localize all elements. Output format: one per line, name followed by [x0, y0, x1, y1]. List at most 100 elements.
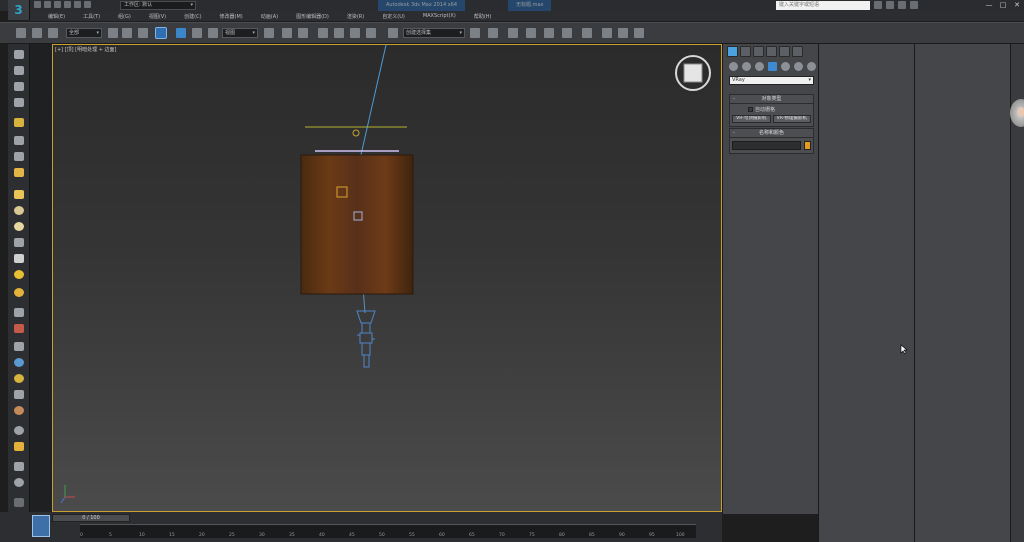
help-icon[interactable]	[910, 1, 918, 9]
time-slider[interactable]: 0 / 100	[52, 514, 130, 522]
light-tool-icon[interactable]	[14, 118, 24, 127]
name-color-title[interactable]: 名称和颜色	[730, 129, 813, 138]
pivot-icon[interactable]	[264, 28, 274, 38]
menu-modifiers[interactable]: 修改器(M)	[220, 13, 243, 20]
app-logo-icon[interactable]: 3	[8, 0, 30, 20]
spacewarp-tool-icon[interactable]	[14, 152, 24, 161]
material-editor-icon[interactable]	[582, 28, 592, 38]
select-by-name-icon[interactable]	[122, 28, 132, 38]
project-folder-icon[interactable]	[84, 1, 91, 8]
sun-tool-icon[interactable]	[14, 270, 24, 279]
menu-help[interactable]: 帮助(H)	[474, 13, 492, 20]
keyboard-shortcut-icon[interactable]	[298, 28, 308, 38]
material-sphere-icon[interactable]	[14, 288, 24, 297]
open-file-icon[interactable]	[44, 1, 51, 8]
cone-tool-icon[interactable]	[14, 254, 24, 263]
undo-tool-icon[interactable]	[16, 28, 26, 38]
globe-tool-icon[interactable]	[14, 358, 24, 367]
display-tab-icon[interactable]	[779, 46, 790, 57]
hierarchy-tab-icon[interactable]	[753, 46, 764, 57]
object-type-title[interactable]: 对象类型	[730, 95, 813, 104]
camera-wireframe[interactable]	[356, 310, 376, 368]
move-icon[interactable]	[176, 28, 186, 38]
menu-group[interactable]: 组(G)	[118, 13, 131, 20]
menu-tools[interactable]: 工具(T)	[83, 13, 100, 20]
grid-tool-icon[interactable]	[14, 442, 24, 451]
selection-filter-dropdown[interactable]: 全部	[66, 28, 102, 38]
menu-graph-editors[interactable]: 图形编辑器(D)	[296, 13, 329, 20]
torus-tool-icon[interactable]	[14, 238, 24, 247]
motion-tab-icon[interactable]	[766, 46, 777, 57]
close-button[interactable]: ✕	[1012, 1, 1022, 10]
render-sphere-icon[interactable]	[14, 426, 24, 435]
render-production-icon[interactable]	[634, 28, 644, 38]
menu-maxscript[interactable]: MAXScript(X)	[423, 13, 456, 19]
menu-customize[interactable]: 自定义(U)	[382, 13, 405, 20]
workspace-dropdown[interactable]: 工作区: 默认	[120, 1, 196, 10]
curve-editor-icon[interactable]	[544, 28, 554, 38]
autogrid-checkbox[interactable]: 自动栅格	[730, 104, 813, 113]
sphere-tool-icon[interactable]	[14, 206, 24, 215]
percent-snap-icon[interactable]	[350, 28, 360, 38]
user-icon[interactable]	[886, 1, 894, 9]
named-selection-dropdown[interactable]: 创建选择集	[403, 28, 465, 38]
create-panel-tool-icon[interactable]	[14, 50, 24, 59]
binoculars-icon[interactable]	[874, 1, 882, 9]
lights-icon[interactable]	[755, 62, 764, 71]
save-file-icon[interactable]	[54, 1, 61, 8]
rendered-frame-icon[interactable]	[618, 28, 628, 38]
menu-views[interactable]: 视图(V)	[149, 13, 166, 20]
link-icon[interactable]	[48, 28, 58, 38]
menu-animation[interactable]: 动画(A)	[261, 13, 278, 20]
mirror-icon[interactable]	[470, 28, 480, 38]
helper-tool-icon[interactable]	[14, 136, 24, 145]
object-color-swatch[interactable]	[804, 141, 811, 150]
modify-tool-icon[interactable]	[14, 66, 24, 75]
select-object-icon[interactable]	[108, 28, 118, 38]
hierarchy-tool-icon[interactable]	[14, 82, 24, 91]
helpers-icon[interactable]	[781, 62, 790, 71]
timeline-track[interactable]: 0 5 10 15 20 25 30 35 40 45 50 55 60 65 …	[80, 524, 696, 538]
edit-named-selection-icon[interactable]	[388, 28, 398, 38]
align-icon[interactable]	[488, 28, 498, 38]
vr-physical-camera-button[interactable]: VR-物理摄影机	[772, 115, 811, 123]
window-crossing-icon[interactable]	[155, 27, 167, 39]
key-mode-button[interactable]	[32, 515, 50, 537]
graphite-ribbon-icon[interactable]	[526, 28, 536, 38]
paint-tool-icon[interactable]	[14, 308, 24, 317]
rect-selection-icon[interactable]	[138, 28, 148, 38]
redo-tool-icon[interactable]	[32, 28, 42, 38]
spacewarps-icon[interactable]	[794, 62, 803, 71]
expand-arrow-icon[interactable]	[14, 498, 24, 507]
viewport-top[interactable]: [+] [顶] [明暗处理 + 边面]	[52, 44, 722, 512]
box-tool-icon[interactable]	[14, 190, 24, 199]
angle-snap-icon[interactable]	[334, 28, 344, 38]
star-icon[interactable]	[898, 1, 906, 9]
geometry-icon[interactable]	[729, 62, 738, 71]
vr-dome-camera-button[interactable]: VR-穹顶摄影机	[732, 115, 771, 123]
snap-toggle-icon[interactable]	[318, 28, 328, 38]
create-tab-icon[interactable]	[727, 46, 738, 57]
layer-manager-icon[interactable]	[508, 28, 518, 38]
cameras-icon[interactable]	[768, 62, 777, 71]
dimension-tool-icon[interactable]	[14, 342, 24, 351]
help-tool-icon[interactable]	[14, 478, 24, 487]
new-file-icon[interactable]	[34, 1, 41, 8]
cloth-tool-icon[interactable]	[14, 390, 24, 399]
hammer-tool-icon[interactable]	[14, 324, 24, 333]
reference-coord-dropdown[interactable]: 视图	[222, 28, 258, 38]
wooden-box[interactable]	[300, 154, 414, 295]
terrain-tool-icon[interactable]	[14, 406, 24, 415]
undo-icon[interactable]	[64, 1, 71, 8]
viewcube-icon[interactable]	[683, 63, 703, 83]
shapes-icon[interactable]	[742, 62, 751, 71]
object-name-input[interactable]	[732, 141, 802, 150]
modify-tab-icon[interactable]	[740, 46, 751, 57]
rotate-icon[interactable]	[192, 28, 202, 38]
minimize-button[interactable]: —	[984, 1, 994, 10]
spinner-snap-icon[interactable]	[366, 28, 376, 38]
category-dropdown[interactable]: VRay	[729, 76, 814, 85]
settings-tool-icon[interactable]	[14, 462, 24, 471]
plant-tool-icon[interactable]	[14, 374, 24, 383]
utilities-tab-icon[interactable]	[792, 46, 803, 57]
